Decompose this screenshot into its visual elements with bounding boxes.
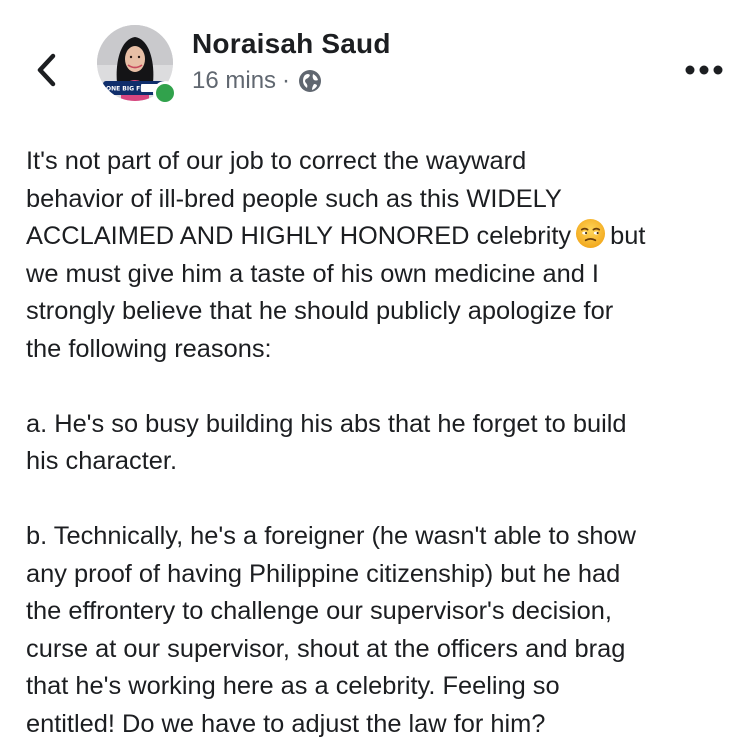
- author-name[interactable]: Noraisah Saud: [192, 28, 391, 60]
- meta-separator: ·: [282, 67, 290, 95]
- post-time[interactable]: 16 mins: [192, 67, 276, 95]
- paragraph-gap: [26, 368, 738, 406]
- post-text-line: curse at our supervisor, shout at the of…: [26, 631, 738, 669]
- globe-icon[interactable]: [298, 69, 322, 93]
- post-text-line: that he's working here as a celebrity. F…: [26, 668, 738, 706]
- post-text-line: It's not part of our job to correct the …: [26, 143, 738, 181]
- post-text-line: his character.: [26, 443, 738, 481]
- paragraph-gap: [26, 481, 738, 519]
- post-text-line: ACCLAIMED AND HIGHLY HONORED celebrity b…: [26, 218, 738, 256]
- back-button[interactable]: [28, 48, 64, 92]
- post-text-segment: but: [610, 222, 645, 250]
- post-text-line: entitled! Do we have to adjust the law f…: [26, 706, 738, 743]
- post-text-line: behavior of ill-bred people such as this…: [26, 181, 738, 219]
- post-text-segment: ACCLAIMED AND HIGHLY HONORED celebrity: [26, 222, 571, 250]
- chevron-left-icon: [34, 52, 58, 88]
- online-status-indicator: [153, 81, 177, 105]
- unamused-face-emoji-icon: [575, 218, 606, 249]
- post-text-line: b. Technically, he's a foreigner (he was…: [26, 518, 738, 556]
- post-header: ONE BIG FIG Noraisah Saud 16 mins ·: [0, 0, 750, 120]
- post-text-line: any proof of having Philippine citizensh…: [26, 556, 738, 594]
- avatar[interactable]: ONE BIG FIG: [97, 25, 177, 105]
- post-text: It's not part of our job to correct the …: [26, 143, 738, 743]
- more-options-button[interactable]: [684, 58, 724, 82]
- post-text-line: the following reasons:: [26, 331, 738, 369]
- post-text-line: we must give him a taste of his own medi…: [26, 256, 738, 294]
- post-meta: 16 mins ·: [192, 67, 322, 95]
- more-options-icon: [684, 64, 724, 76]
- post-text-line: strongly believe that he should publicly…: [26, 293, 738, 331]
- post-text-line: a. He's so busy building his abs that he…: [26, 406, 738, 444]
- post-text-line: the effrontery to challenge our supervis…: [26, 593, 738, 631]
